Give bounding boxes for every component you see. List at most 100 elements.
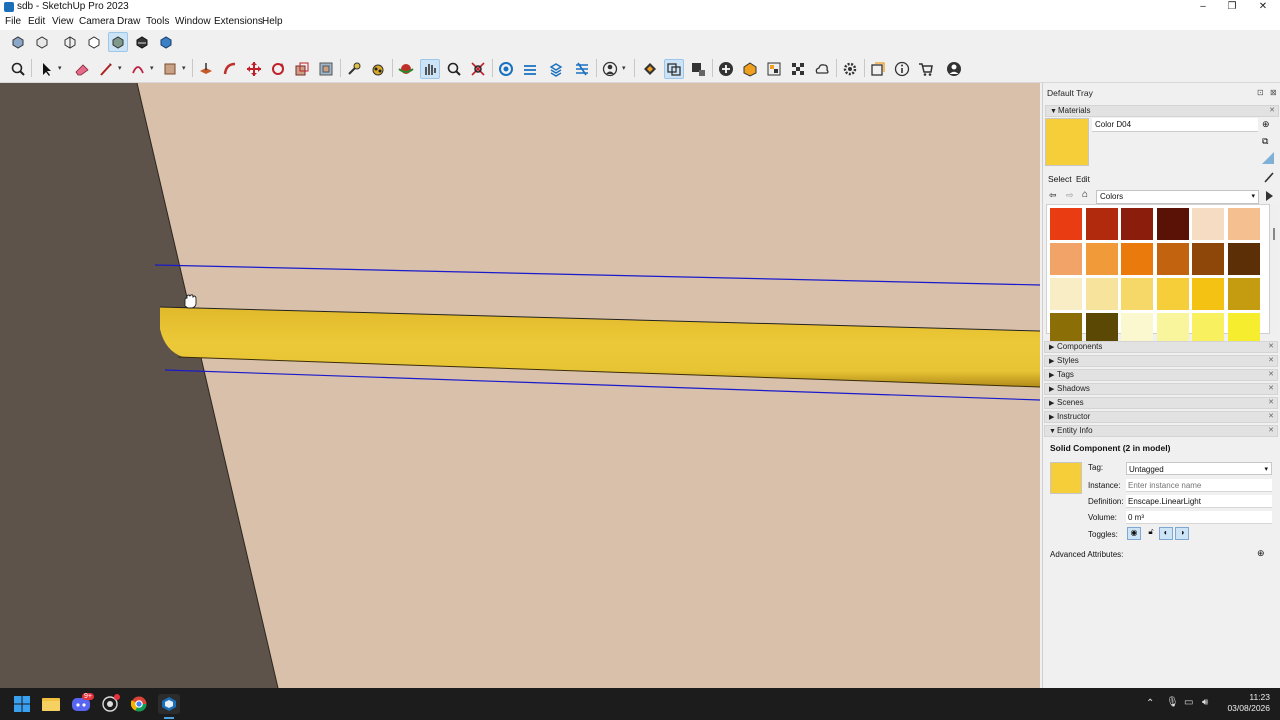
- styles-section-bar[interactable]: ▶ Styles ✕: [1044, 355, 1278, 367]
- hidden-line-style-icon[interactable]: [84, 32, 104, 52]
- menu-edit[interactable]: Edit: [28, 16, 45, 27]
- tab-select[interactable]: Select: [1048, 174, 1072, 184]
- warehouse-icon[interactable]: [496, 59, 516, 79]
- sketchup-icon[interactable]: [158, 694, 180, 714]
- entity-info-section-bar[interactable]: ▼Entity Info ✕: [1044, 425, 1278, 437]
- color-swatch[interactable]: [1192, 243, 1224, 275]
- paint-bucket-icon[interactable]: [368, 59, 388, 79]
- tags-section-bar[interactable]: ▶ Tags ✕: [1044, 369, 1278, 381]
- back-icon[interactable]: ⇦: [1049, 190, 1057, 201]
- rectangle-dropdown[interactable]: ▾: [182, 59, 188, 79]
- layout-icon[interactable]: [546, 59, 566, 79]
- details-arrow-icon[interactable]: [1264, 190, 1274, 202]
- account-icon[interactable]: [600, 59, 620, 79]
- shaded-style-icon[interactable]: [108, 32, 128, 52]
- zoom-extents-icon[interactable]: [468, 59, 488, 79]
- enscape-sync-icon[interactable]: [664, 59, 684, 79]
- arc-icon[interactable]: [128, 59, 148, 79]
- color-swatch[interactable]: [1085, 243, 1118, 275]
- orbit-icon[interactable]: [396, 59, 416, 79]
- color-swatch[interactable]: [1121, 243, 1153, 275]
- cart-icon[interactable]: [916, 59, 936, 79]
- tag-select[interactable]: Untagged ▾: [1126, 462, 1272, 475]
- follow-me-icon[interactable]: [220, 59, 240, 79]
- material-details-icon[interactable]: ⧉: [1262, 136, 1274, 148]
- upload-icon[interactable]: [812, 59, 832, 79]
- network-icon[interactable]: ▭: [1184, 697, 1193, 708]
- hidden-toggle-icon[interactable]: ◉: [1127, 527, 1141, 540]
- account-dropdown[interactable]: ▾: [622, 59, 628, 79]
- tray-close-icon[interactable]: ⊠: [1270, 88, 1277, 97]
- cast-shadows-toggle-icon[interactable]: ◑: [1175, 527, 1189, 540]
- scenes-section-bar[interactable]: ▶ Scenes ✕: [1044, 397, 1278, 409]
- close-button[interactable]: ✕: [1246, 0, 1280, 15]
- pan-icon[interactable]: [420, 59, 440, 79]
- rotate-icon[interactable]: [268, 59, 288, 79]
- advanced-attributes-icon[interactable]: ⊕: [1257, 548, 1269, 560]
- color-swatch[interactable]: [1156, 243, 1189, 275]
- back-edges-style-icon[interactable]: [32, 32, 52, 52]
- forward-icon[interactable]: ⇨: [1066, 190, 1074, 201]
- select-icon[interactable]: [36, 59, 56, 79]
- settings-icon[interactable]: [840, 59, 860, 79]
- maximize-button[interactable]: ❐: [1215, 0, 1249, 15]
- enscape-start-icon[interactable]: [640, 59, 660, 79]
- asset-library-icon[interactable]: [740, 59, 760, 79]
- menu-help[interactable]: Help: [262, 16, 283, 27]
- color-swatch[interactable]: [1227, 208, 1260, 240]
- default-material-icon[interactable]: [1262, 152, 1274, 164]
- color-swatch[interactable]: [1121, 208, 1153, 240]
- wireframe-style-icon[interactable]: [60, 32, 80, 52]
- color-swatch[interactable]: [1227, 278, 1260, 310]
- chrome-icon[interactable]: [129, 694, 149, 714]
- home-icon[interactable]: ⌂: [1082, 189, 1088, 200]
- instance-input[interactable]: [1126, 479, 1272, 492]
- sample-paint-icon[interactable]: [1263, 171, 1275, 183]
- menu-window[interactable]: Window: [175, 16, 211, 27]
- tab-edit[interactable]: Edit: [1076, 175, 1090, 184]
- materials-section-bar[interactable]: ▼Materials ✕: [1045, 105, 1279, 117]
- windows-start-icon[interactable]: [12, 694, 32, 714]
- file-explorer-icon[interactable]: [41, 694, 61, 714]
- tray-overflow-icon[interactable]: ⌃: [1146, 698, 1154, 709]
- microphone-icon[interactable]: 🎙︎: [1166, 697, 1179, 708]
- clock[interactable]: 11:23 03/08/2026: [1224, 692, 1270, 714]
- rectangle-icon[interactable]: [160, 59, 180, 79]
- menu-camera[interactable]: Camera: [79, 16, 115, 27]
- color-swatch[interactable]: [1121, 278, 1153, 310]
- checker-icon[interactable]: [788, 59, 808, 79]
- line-dropdown[interactable]: ▾: [118, 59, 124, 79]
- color-swatch[interactable]: [1156, 208, 1189, 240]
- color-swatch[interactable]: [1050, 243, 1082, 275]
- move-icon[interactable]: [244, 59, 264, 79]
- scale-icon[interactable]: [292, 59, 312, 79]
- scene-canvas[interactable]: [0, 83, 1040, 688]
- style-builder-icon[interactable]: [572, 59, 592, 79]
- info-icon[interactable]: [892, 59, 912, 79]
- select-dropdown[interactable]: ▾: [58, 59, 64, 79]
- menu-tools[interactable]: Tools: [146, 16, 169, 27]
- lock-toggle-icon[interactable]: 🔓︎: [1144, 527, 1158, 540]
- color-swatch[interactable]: [1050, 278, 1082, 310]
- menu-view[interactable]: View: [52, 16, 74, 27]
- color-swatch[interactable]: [1227, 243, 1260, 275]
- add-icon[interactable]: [716, 59, 736, 79]
- create-material-icon[interactable]: ⊕: [1262, 119, 1274, 131]
- eraser-icon[interactable]: [72, 59, 92, 79]
- offset-icon[interactable]: [316, 59, 336, 79]
- color-swatch[interactable]: [1085, 278, 1118, 310]
- arc-dropdown[interactable]: ▾: [150, 59, 156, 79]
- instructor-section-bar[interactable]: ▶ Instructor ✕: [1044, 411, 1278, 423]
- definition-field[interactable]: Enscape.LinearLight: [1126, 495, 1272, 508]
- feedback-icon[interactable]: [868, 59, 888, 79]
- material-editor-icon[interactable]: [764, 59, 784, 79]
- profile-icon[interactable]: [944, 59, 964, 79]
- menu-extensions[interactable]: Extensions: [214, 16, 263, 27]
- components-section-bar[interactable]: ▶ Components ✕: [1044, 341, 1278, 353]
- model-viewport[interactable]: [0, 83, 1040, 688]
- extension-warehouse-icon[interactable]: [520, 59, 540, 79]
- zoom-icon[interactable]: [444, 59, 464, 79]
- color-swatch[interactable]: [1156, 278, 1189, 310]
- entity-material-swatch[interactable]: [1050, 462, 1082, 494]
- menu-draw[interactable]: Draw: [117, 16, 140, 27]
